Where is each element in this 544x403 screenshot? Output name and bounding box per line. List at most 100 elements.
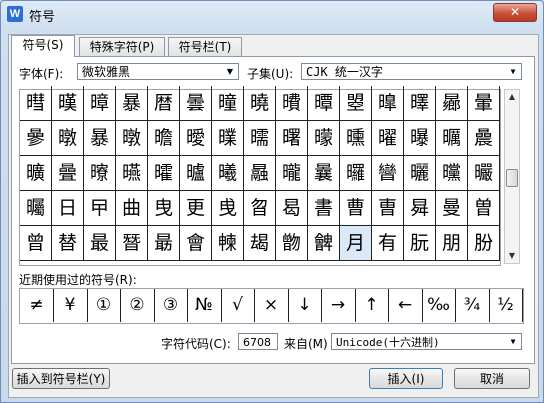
symbol-cell[interactable]: 曾	[20, 226, 52, 261]
scroll-down-icon[interactable]: ▼	[505, 249, 519, 263]
insert-to-symbol-bar-button[interactable]: 插入到符号栏(Y)	[12, 368, 110, 389]
symbol-cell[interactable]: 曼	[436, 191, 468, 226]
recent-symbol-cell[interactable]: №	[188, 289, 222, 322]
recent-symbol-cell[interactable]: ③	[154, 289, 188, 322]
symbol-cell[interactable]: 曈	[212, 86, 244, 121]
symbol-cell[interactable]: 曫	[372, 156, 404, 191]
symbol-cell[interactable]: 曑	[20, 121, 52, 156]
symbol-cell[interactable]: 朌	[468, 226, 500, 261]
symbol-cell[interactable]: 會	[180, 226, 212, 261]
recent-symbol-cell[interactable]: √	[221, 289, 255, 322]
symbol-cell[interactable]: 月	[340, 226, 372, 261]
symbol-cell[interactable]: 曩	[308, 156, 340, 191]
symbol-cell[interactable]: 曗	[212, 121, 244, 156]
symbol-cell[interactable]: 暦	[148, 86, 180, 121]
symbol-cell[interactable]: 曕	[148, 121, 180, 156]
symbol-cell[interactable]: 曠	[20, 156, 52, 191]
symbol-cell[interactable]: 曶	[244, 191, 276, 226]
close-button[interactable]: ✕	[493, 3, 537, 22]
tab-special-characters[interactable]: 特殊字符(P)	[79, 37, 165, 56]
symbol-cell[interactable]: 曋	[308, 86, 340, 121]
symbol-cell[interactable]: 曛	[340, 121, 372, 156]
symbol-cell[interactable]: 曱	[84, 191, 116, 226]
cancel-button[interactable]: 取消	[454, 368, 530, 389]
charcode-input[interactable]: 6708	[238, 333, 278, 350]
recent-symbol-cell[interactable]: ≠	[20, 289, 54, 322]
symbol-cell[interactable]: 暴	[116, 86, 148, 121]
symbol-cell[interactable]: 曚	[308, 121, 340, 156]
symbol-cell[interactable]: 朅	[244, 226, 276, 261]
symbol-cell[interactable]: 朊	[404, 226, 436, 261]
symbol-cell[interactable]: 曣	[116, 156, 148, 191]
symbol-cell[interactable]: 曏	[436, 86, 468, 121]
symbol-cell[interactable]: 曲	[116, 191, 148, 226]
recent-symbol-cell[interactable]: ①	[87, 289, 121, 322]
symbol-cell[interactable]: 朇	[308, 226, 340, 261]
symbol-cell[interactable]: 曷	[276, 191, 308, 226]
symbol-cell[interactable]: 有	[372, 226, 404, 261]
symbol-cell[interactable]: 曎	[404, 86, 436, 121]
symbol-cell[interactable]: 暾	[52, 121, 84, 156]
symbol-cell[interactable]: 曵	[212, 191, 244, 226]
symbol-cell[interactable]: 書	[308, 191, 340, 226]
symbol-cell[interactable]: 暲	[84, 86, 116, 121]
subset-select[interactable]: CJK 统一汉字 ▼	[301, 63, 522, 80]
symbol-cell[interactable]: 最	[84, 226, 116, 261]
symbol-cell[interactable]: 曍	[372, 86, 404, 121]
tab-symbols[interactable]: 符号(S)	[11, 35, 75, 57]
symbol-cell[interactable]: 曹	[340, 191, 372, 226]
symbol-cell[interactable]: 曪	[340, 156, 372, 191]
symbol-cell[interactable]: 曥	[180, 156, 212, 191]
recent-symbol-cell[interactable]: ×	[255, 289, 289, 322]
font-select[interactable]: 微软雅黑 ▼	[77, 63, 239, 80]
symbol-cell[interactable]: 曤	[148, 156, 180, 191]
scroll-up-icon[interactable]: ▲	[505, 90, 519, 104]
symbol-cell[interactable]: 朄	[212, 226, 244, 261]
symbol-cell[interactable]: 朋	[436, 226, 468, 261]
symbol-cell[interactable]: 曘	[244, 121, 276, 156]
recent-symbol-cell[interactable]: ½	[489, 289, 523, 322]
recent-symbol-cell[interactable]: ↓	[288, 289, 322, 322]
symbol-cell[interactable]: 曦	[212, 156, 244, 191]
symbol-cell[interactable]: 曨	[276, 156, 308, 191]
symbol-cell[interactable]: 曇	[180, 86, 212, 121]
symbol-cell[interactable]: 更	[180, 191, 212, 226]
recent-symbol-cell[interactable]: ②	[121, 289, 155, 322]
symbol-cell[interactable]: 替	[52, 226, 84, 261]
insert-button[interactable]: 插入(I)	[369, 368, 443, 389]
symbol-cell[interactable]: 曝	[404, 121, 436, 156]
symbol-cell[interactable]: 曉	[244, 86, 276, 121]
recent-symbol-cell[interactable]: ←	[389, 289, 423, 322]
symbol-cell[interactable]: 曟	[468, 121, 500, 156]
recent-symbol-cell[interactable]: ¾	[456, 289, 490, 322]
symbol-cell[interactable]: 暳	[20, 86, 52, 121]
symbol-cell[interactable]: 曮	[468, 156, 500, 191]
symbol-cell[interactable]: 暾	[116, 121, 148, 156]
scrollbar-thumb[interactable]	[506, 169, 518, 187]
symbol-cell[interactable]: 曡	[52, 156, 84, 191]
symbol-cell[interactable]: 曧	[244, 156, 276, 191]
symbol-cell[interactable]: 暵	[52, 86, 84, 121]
symbol-cell[interactable]: 曻	[404, 191, 436, 226]
symbol-cell[interactable]: 朂	[148, 226, 180, 261]
symbol-cell[interactable]: 日	[52, 191, 84, 226]
encoding-select[interactable]: Unicode(十六进制) ▼	[331, 333, 522, 350]
symbol-grid-scrollbar[interactable]: ▲ ▼	[504, 89, 520, 264]
symbol-cell[interactable]: 曌	[340, 86, 372, 121]
symbol-cell[interactable]: 朆	[276, 226, 308, 261]
symbol-cell[interactable]: 曞	[436, 121, 468, 156]
symbol-cell[interactable]: 曳	[148, 191, 180, 226]
symbol-cell[interactable]: 朁	[116, 226, 148, 261]
recent-symbol-cell[interactable]: ‰	[422, 289, 456, 322]
symbol-cell[interactable]: 曬	[404, 156, 436, 191]
tab-symbol-bar[interactable]: 符号栏(T)	[168, 37, 242, 56]
symbol-cell[interactable]: 曽	[468, 191, 500, 226]
symbol-cell[interactable]: 暴	[84, 121, 116, 156]
recent-symbol-cell[interactable]: →	[322, 289, 356, 322]
symbol-cell[interactable]: 暈	[468, 86, 500, 121]
symbol-cell[interactable]: 曯	[20, 191, 52, 226]
symbol-cell[interactable]: 曙	[276, 121, 308, 156]
symbol-cell[interactable]: 曢	[84, 156, 116, 191]
symbol-cell[interactable]: 曺	[372, 191, 404, 226]
recent-symbol-cell[interactable]: ↑	[355, 289, 389, 322]
